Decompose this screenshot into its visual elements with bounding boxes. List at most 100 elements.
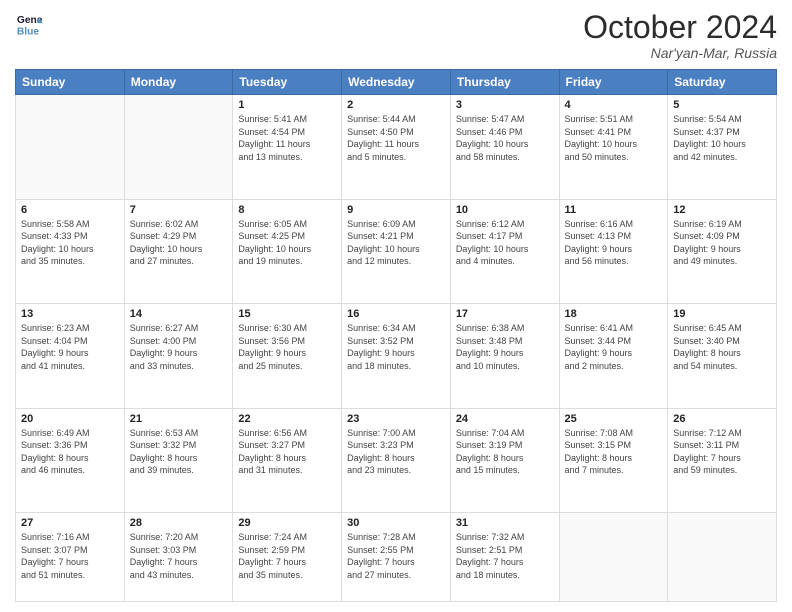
- day-number: 2: [347, 99, 445, 111]
- day-number: 20: [21, 413, 119, 425]
- day-info: Sunrise: 7:00 AM Sunset: 3:23 PM Dayligh…: [347, 427, 445, 477]
- table-row: 19Sunrise: 6:45 AM Sunset: 3:40 PM Dayli…: [668, 304, 777, 408]
- day-number: 3: [456, 99, 554, 111]
- day-number: 4: [565, 99, 663, 111]
- table-row: [668, 512, 777, 601]
- day-info: Sunrise: 6:02 AM Sunset: 4:29 PM Dayligh…: [130, 218, 228, 268]
- day-number: 29: [238, 517, 336, 529]
- table-row: 24Sunrise: 7:04 AM Sunset: 3:19 PM Dayli…: [450, 408, 559, 512]
- day-info: Sunrise: 7:20 AM Sunset: 3:03 PM Dayligh…: [130, 531, 228, 581]
- title-section: October 2024 Nar'yan-Mar, Russia: [583, 10, 777, 61]
- day-number: 8: [238, 204, 336, 216]
- day-number: 31: [456, 517, 554, 529]
- day-info: Sunrise: 5:44 AM Sunset: 4:50 PM Dayligh…: [347, 113, 445, 163]
- header-saturday: Saturday: [668, 70, 777, 95]
- day-number: 26: [673, 413, 771, 425]
- table-row: 20Sunrise: 6:49 AM Sunset: 3:36 PM Dayli…: [16, 408, 125, 512]
- header-wednesday: Wednesday: [342, 70, 451, 95]
- day-number: 19: [673, 308, 771, 320]
- day-info: Sunrise: 7:08 AM Sunset: 3:15 PM Dayligh…: [565, 427, 663, 477]
- logo: General Blue: [15, 10, 43, 38]
- table-row: 3 Sunrise: 5:47 AM Sunset: 4:46 PM Daylig…: [450, 95, 559, 199]
- table-row: [16, 95, 125, 199]
- day-info: Sunrise: 6:05 AM Sunset: 4:25 PM Dayligh…: [238, 218, 336, 268]
- calendar-week-row: 13 Sunrise: 6:23 AM Sunset: 4:04 PM Dayli…: [16, 304, 777, 408]
- page: General Blue October 2024 Nar'yan-Mar, R…: [0, 0, 792, 612]
- table-row: 31 Sunrise: 7:32 AM Sunset: 2:51 PM Dayli…: [450, 512, 559, 601]
- day-number: 30: [347, 517, 445, 529]
- calendar-week-row: 27 Sunrise: 7:16 AM Sunset: 3:07 PM Dayli…: [16, 512, 777, 601]
- day-info: Sunrise: 5:41 AM Sunset: 4:54 PM Dayligh…: [238, 113, 336, 163]
- day-number: 7: [130, 204, 228, 216]
- table-row: 21 Sunrise: 6:53 AM Sunset: 3:32 PM Dayli…: [124, 408, 233, 512]
- calendar-week-row: 1 Sunrise: 5:41 AM Sunset: 4:54 PM Daylig…: [16, 95, 777, 199]
- day-number: 23: [347, 413, 445, 425]
- day-number: 28: [130, 517, 228, 529]
- table-row: 13 Sunrise: 6:23 AM Sunset: 4:04 PM Dayli…: [16, 304, 125, 408]
- day-number: 18: [565, 308, 663, 320]
- header-tuesday: Tuesday: [233, 70, 342, 95]
- table-row: 27 Sunrise: 7:16 AM Sunset: 3:07 PM Dayli…: [16, 512, 125, 601]
- location: Nar'yan-Mar, Russia: [583, 45, 777, 61]
- table-row: 12Sunrise: 6:19 AM Sunset: 4:09 PM Dayli…: [668, 199, 777, 303]
- day-number: 13: [21, 308, 119, 320]
- table-row: 16Sunrise: 6:34 AM Sunset: 3:52 PM Dayli…: [342, 304, 451, 408]
- table-row: 1 Sunrise: 5:41 AM Sunset: 4:54 PM Daylig…: [233, 95, 342, 199]
- day-number: 22: [238, 413, 336, 425]
- day-number: 14: [130, 308, 228, 320]
- day-number: 17: [456, 308, 554, 320]
- table-row: [559, 512, 668, 601]
- table-row: 28 Sunrise: 7:20 AM Sunset: 3:03 PM Dayli…: [124, 512, 233, 601]
- day-info: Sunrise: 7:32 AM Sunset: 2:51 PM Dayligh…: [456, 531, 554, 581]
- day-number: 21: [130, 413, 228, 425]
- day-info: Sunrise: 6:38 AM Sunset: 3:48 PM Dayligh…: [456, 322, 554, 372]
- header: General Blue October 2024 Nar'yan-Mar, R…: [15, 10, 777, 61]
- day-number: 5: [673, 99, 771, 111]
- day-info: Sunrise: 6:53 AM Sunset: 3:32 PM Dayligh…: [130, 427, 228, 477]
- table-row: 26Sunrise: 7:12 AM Sunset: 3:11 PM Dayli…: [668, 408, 777, 512]
- month-title: October 2024: [583, 10, 777, 45]
- calendar-week-row: 20Sunrise: 6:49 AM Sunset: 3:36 PM Dayli…: [16, 408, 777, 512]
- day-number: 1: [238, 99, 336, 111]
- table-row: 10Sunrise: 6:12 AM Sunset: 4:17 PM Dayli…: [450, 199, 559, 303]
- day-number: 6: [21, 204, 119, 216]
- table-row: 11Sunrise: 6:16 AM Sunset: 4:13 PM Dayli…: [559, 199, 668, 303]
- day-info: Sunrise: 6:30 AM Sunset: 3:56 PM Dayligh…: [238, 322, 336, 372]
- table-row: [124, 95, 233, 199]
- day-number: 15: [238, 308, 336, 320]
- header-sunday: Sunday: [16, 70, 125, 95]
- day-info: Sunrise: 7:28 AM Sunset: 2:55 PM Dayligh…: [347, 531, 445, 581]
- day-info: Sunrise: 6:19 AM Sunset: 4:09 PM Dayligh…: [673, 218, 771, 268]
- header-thursday: Thursday: [450, 70, 559, 95]
- day-info: Sunrise: 7:24 AM Sunset: 2:59 PM Dayligh…: [238, 531, 336, 581]
- day-info: Sunrise: 6:09 AM Sunset: 4:21 PM Dayligh…: [347, 218, 445, 268]
- day-info: Sunrise: 6:41 AM Sunset: 3:44 PM Dayligh…: [565, 322, 663, 372]
- table-row: 18 Sunrise: 6:41 AM Sunset: 3:44 PM Dayli…: [559, 304, 668, 408]
- day-info: Sunrise: 6:23 AM Sunset: 4:04 PM Dayligh…: [21, 322, 119, 372]
- day-info: Sunrise: 6:56 AM Sunset: 3:27 PM Dayligh…: [238, 427, 336, 477]
- day-info: Sunrise: 5:51 AM Sunset: 4:41 PM Dayligh…: [565, 113, 663, 163]
- table-row: 8 Sunrise: 6:05 AM Sunset: 4:25 PM Daylig…: [233, 199, 342, 303]
- table-row: 23 Sunrise: 7:00 AM Sunset: 3:23 PM Dayli…: [342, 408, 451, 512]
- svg-text:Blue: Blue: [17, 26, 40, 37]
- day-number: 27: [21, 517, 119, 529]
- header-monday: Monday: [124, 70, 233, 95]
- day-number: 9: [347, 204, 445, 216]
- calendar-header-row: Sunday Monday Tuesday Wednesday Thursday…: [16, 70, 777, 95]
- table-row: 2 Sunrise: 5:44 AM Sunset: 4:50 PM Daylig…: [342, 95, 451, 199]
- day-number: 25: [565, 413, 663, 425]
- table-row: 15 Sunrise: 6:30 AM Sunset: 3:56 PM Dayli…: [233, 304, 342, 408]
- table-row: 14 Sunrise: 6:27 AM Sunset: 4:00 PM Dayli…: [124, 304, 233, 408]
- day-info: Sunrise: 7:04 AM Sunset: 3:19 PM Dayligh…: [456, 427, 554, 477]
- day-info: Sunrise: 7:16 AM Sunset: 3:07 PM Dayligh…: [21, 531, 119, 581]
- table-row: 29 Sunrise: 7:24 AM Sunset: 2:59 PM Dayli…: [233, 512, 342, 601]
- logo-icon: General Blue: [15, 10, 43, 38]
- day-info: Sunrise: 5:47 AM Sunset: 4:46 PM Dayligh…: [456, 113, 554, 163]
- day-number: 16: [347, 308, 445, 320]
- day-info: Sunrise: 6:27 AM Sunset: 4:00 PM Dayligh…: [130, 322, 228, 372]
- day-info: Sunrise: 6:12 AM Sunset: 4:17 PM Dayligh…: [456, 218, 554, 268]
- day-info: Sunrise: 5:54 AM Sunset: 4:37 PM Dayligh…: [673, 113, 771, 163]
- header-friday: Friday: [559, 70, 668, 95]
- day-number: 11: [565, 204, 663, 216]
- day-info: Sunrise: 5:58 AM Sunset: 4:33 PM Dayligh…: [21, 218, 119, 268]
